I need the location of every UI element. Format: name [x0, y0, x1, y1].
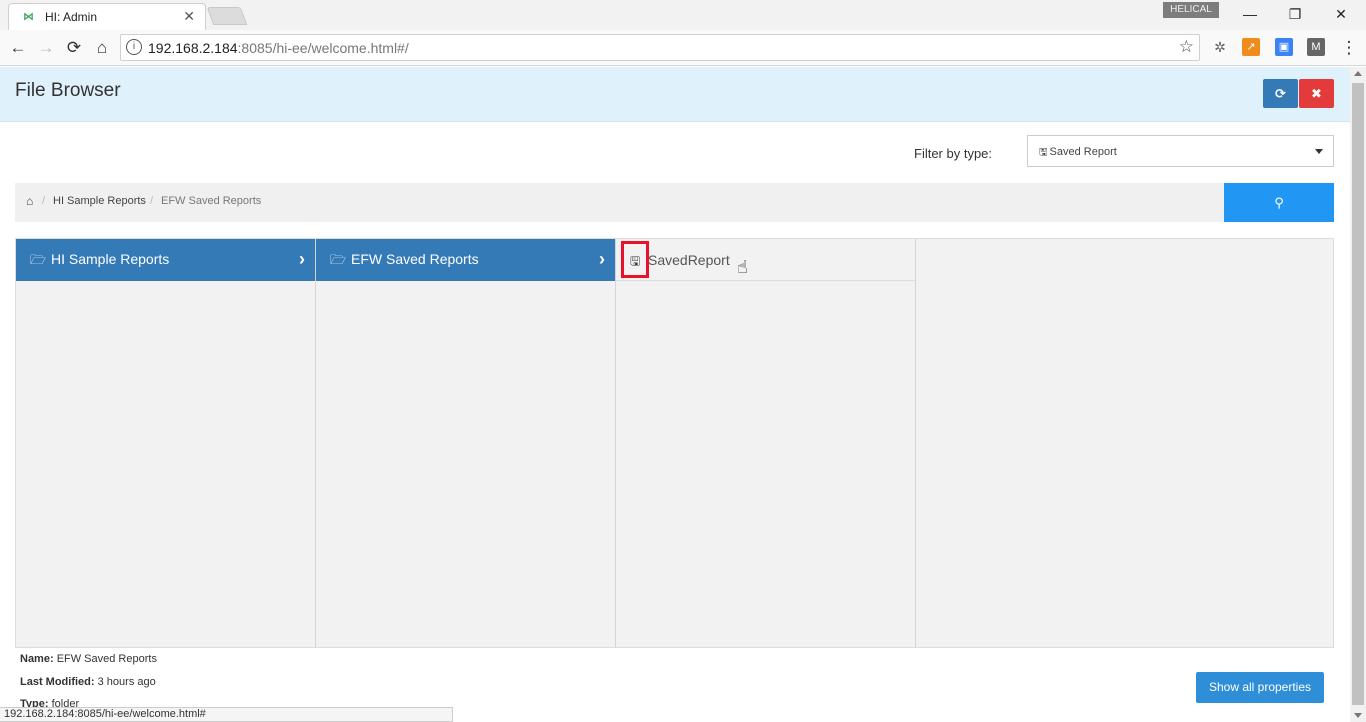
breadcrumb-home-icon[interactable]: ⌂: [26, 194, 33, 208]
browser-tab[interactable]: ⋈ HI: Admin ✕: [8, 3, 206, 30]
url-host: 192.168.2.184: [148, 40, 238, 56]
breadcrumb-separator: /: [42, 195, 46, 207]
column-2: 🗁 EFW Saved Reports ›: [316, 239, 616, 647]
forward-icon[interactable]: →: [35, 37, 57, 59]
scroll-thumb[interactable]: [1352, 83, 1364, 705]
page-title: File Browser: [15, 80, 121, 101]
show-all-properties-button[interactable]: Show all properties: [1196, 672, 1324, 703]
browser-tab-strip: ⋈ HI: Admin ✕ HELICAL — ❐ ✕: [0, 0, 1366, 30]
app-header: File Browser ⟳ ✖: [0, 67, 1350, 122]
hand-cursor-icon: ☝: [737, 257, 748, 277]
breadcrumb: ⌂ / HI Sample Reports / EFW Saved Report…: [15, 183, 1224, 222]
extension-blue-icon[interactable]: ▣: [1275, 38, 1293, 56]
search-button[interactable]: ⚲: [1224, 183, 1334, 222]
app-favicon-icon: ⋈: [23, 11, 34, 23]
restore-icon[interactable]: ❐: [1285, 4, 1305, 24]
prop-name-label: Name:: [20, 653, 54, 665]
page-scrollbar[interactable]: [1350, 67, 1366, 722]
folder-item-hi-sample-reports[interactable]: 🗁 HI Sample Reports ›: [16, 239, 315, 281]
breadcrumb-separator: /: [150, 195, 154, 207]
column-1: 🗁 HI Sample Reports ›: [16, 239, 316, 647]
file-browser-app: File Browser ⟳ ✖ Filter by type: 🖫 Saved …: [0, 67, 1350, 722]
back-icon[interactable]: ←: [7, 37, 29, 59]
folder-open-icon: 🗁: [330, 252, 347, 267]
tab-close-icon[interactable]: ✕: [183, 8, 195, 25]
address-toolbar: ← → ⟳ ⌂ i 192.168.2.184:8085/hi-ee/welco…: [0, 30, 1366, 66]
refresh-button[interactable]: ⟳: [1263, 79, 1298, 108]
folder-open-icon: 🗁: [30, 252, 47, 267]
reload-icon[interactable]: ⟳: [63, 37, 85, 59]
column-4: [916, 239, 1333, 647]
close-icon: ✖: [1311, 86, 1322, 101]
tab-title: HI: Admin: [45, 10, 98, 24]
scroll-up-icon[interactable]: [1354, 71, 1362, 76]
browser-menu-icon[interactable]: ⋮: [1338, 37, 1360, 59]
bookmark-star-icon[interactable]: ☆: [1179, 37, 1194, 57]
window-close-icon[interactable]: ✕: [1331, 4, 1351, 24]
filter-type-select[interactable]: 🖫 Saved Report: [1027, 135, 1334, 167]
chevron-right-icon: ›: [599, 249, 605, 269]
prop-modified-label: Last Modified:: [20, 675, 95, 688]
column-3: 🖫 SavedReport ☝: [616, 239, 916, 647]
refresh-icon: ⟳: [1275, 86, 1286, 101]
profile-badge[interactable]: HELICAL: [1163, 2, 1219, 18]
extension-gear-icon[interactable]: ✲: [1211, 38, 1229, 56]
scroll-down-icon[interactable]: [1354, 713, 1362, 718]
save-disk-icon: 🖫: [1039, 147, 1048, 158]
extension-m-icon[interactable]: M: [1307, 38, 1325, 56]
breadcrumb-item-efw-saved-reports: EFW Saved Reports: [161, 195, 262, 207]
chevron-down-icon: [1315, 149, 1323, 154]
file-columns: 🗁 HI Sample Reports › 🗁 EFW Saved Report…: [15, 238, 1334, 648]
filter-value: Saved Report: [1049, 146, 1117, 158]
minimize-icon[interactable]: —: [1240, 4, 1260, 24]
prop-name-value: EFW Saved Reports: [56, 653, 157, 665]
filter-label: Filter by type:: [914, 146, 993, 161]
folder-label: EFW Saved Reports: [351, 251, 479, 267]
folder-label: HI Sample Reports: [51, 251, 170, 267]
close-button[interactable]: ✖: [1299, 79, 1334, 108]
search-icon: ⚲: [1274, 195, 1284, 210]
url-text[interactable]: 192.168.2.184:8085/hi-ee/welcome.html#/: [148, 40, 409, 56]
folder-item-efw-saved-reports[interactable]: 🗁 EFW Saved Reports ›: [316, 239, 615, 281]
info-icon[interactable]: i: [126, 39, 142, 55]
file-item-savedreport[interactable]: 🖫 SavedReport ☝: [616, 239, 915, 281]
chevron-right-icon: ›: [299, 249, 305, 269]
status-url-bar: 192.168.2.184:8085/hi-ee/welcome.html#: [0, 707, 453, 722]
url-path: :8085/hi-ee/welcome.html#/: [237, 40, 409, 56]
extension-chart-icon[interactable]: ↗: [1242, 38, 1260, 56]
url-bar[interactable]: i 192.168.2.184:8085/hi-ee/welcome.html#…: [120, 34, 1200, 61]
file-label: SavedReport: [648, 252, 730, 268]
home-icon[interactable]: ⌂: [91, 37, 113, 59]
save-disk-icon: 🖫: [630, 254, 641, 268]
prop-modified-value: 3 hours ago: [97, 675, 156, 688]
breadcrumb-item-hi-sample-reports[interactable]: HI Sample Reports: [53, 195, 146, 207]
new-tab-button[interactable]: [206, 7, 248, 25]
